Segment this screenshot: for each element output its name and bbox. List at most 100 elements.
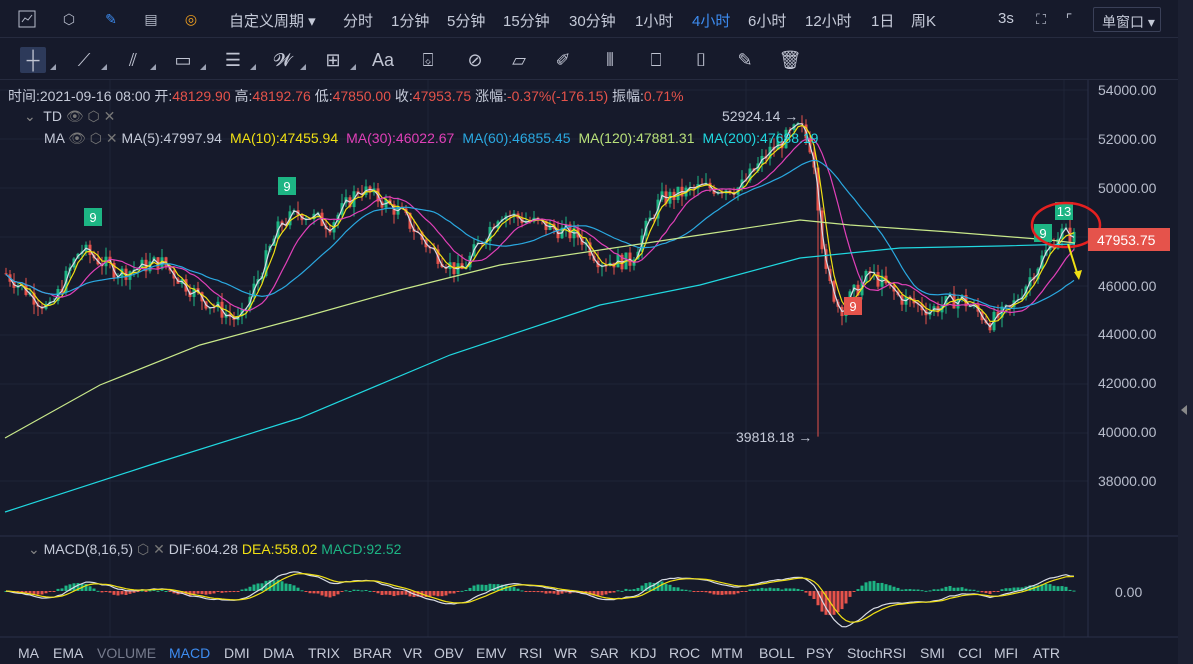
macd-histogram-bar (1004, 588, 1008, 591)
macd-histogram-bar (360, 590, 364, 592)
add-window-icon[interactable]: ⌜ (1058, 8, 1080, 30)
settings-icon[interactable]: ⬡ (58, 8, 80, 30)
top-toolbar: ⬡ ✎ ▤ ◎ 自定义周期 ▾ 分时 1分钟 5分钟 15分钟 30分钟 1小时 4小时 6小… (0, 0, 1178, 38)
period-5[interactable]: 1小时 (635, 10, 673, 31)
tool-expand-icon[interactable] (350, 64, 356, 70)
td-indicator-row: ⌄ TD 👁 ⬡ ✕ (24, 108, 116, 124)
tab-wr[interactable]: WR (554, 645, 577, 661)
chart-type-icon[interactable] (16, 8, 38, 30)
trend-line-tool-icon[interactable]: ⟋ (71, 47, 97, 73)
ruler-2-tool-icon[interactable]: ⊘ (462, 47, 488, 73)
tab-brar[interactable]: BRAR (353, 645, 392, 661)
period-2[interactable]: 5分钟 (447, 10, 485, 31)
tab-vr[interactable]: VR (403, 645, 422, 661)
tab-sar[interactable]: SAR (590, 645, 619, 661)
pencil-icon[interactable]: ✎ (100, 8, 122, 30)
tab-volume[interactable]: VOLUME (97, 645, 156, 661)
eye-icon[interactable]: 👁 (68, 130, 86, 146)
tab-rsi[interactable]: RSI (519, 645, 542, 661)
template-icon[interactable]: ▤ (140, 8, 162, 30)
macd-histogram-bar (604, 591, 608, 595)
tab-kdj[interactable]: KDJ (630, 645, 656, 661)
tab-cci[interactable]: CCI (958, 645, 982, 661)
measure-tool-icon[interactable]: ⊞ (320, 47, 346, 73)
macd-histogram-bar (228, 591, 232, 593)
lock-tool-icon[interactable]: ⎕ (643, 47, 669, 73)
tab-ma[interactable]: MA (18, 645, 39, 661)
speed-icon[interactable]: ◎ (180, 8, 202, 30)
macd-histogram-bar (460, 590, 464, 592)
tool-expand-icon[interactable] (150, 64, 156, 70)
tab-dmi[interactable]: DMI (224, 645, 250, 661)
macd-histogram-bar (476, 584, 480, 591)
wave-tool-icon[interactable]: 𝓦 (270, 47, 296, 73)
ma-value: MA(30):46022.67 (346, 130, 455, 146)
crosshair-tool-icon[interactable]: ┼ (20, 47, 46, 73)
period-7[interactable]: 6小时 (748, 10, 786, 31)
macd-histogram-bar (868, 581, 872, 591)
macd-histogram-bar (1044, 583, 1048, 591)
window-mode-dropdown[interactable]: 单窗口 ▾ (1093, 7, 1161, 32)
bookmark-tool-icon[interactable]: ⌷ (688, 47, 714, 73)
right-scrollbar[interactable] (1178, 0, 1193, 664)
period-8[interactable]: 12小时 (805, 10, 852, 31)
ruler-3-tool-icon[interactable]: ▱ (506, 47, 532, 73)
macd-histogram-bar (660, 581, 664, 591)
macd-histogram-bar (996, 591, 1000, 592)
macd-histogram-bar (624, 588, 628, 591)
period-3[interactable]: 15分钟 (503, 10, 550, 31)
macd-histogram-bar (632, 589, 636, 591)
macd-histogram-bar (436, 591, 440, 597)
settings-icon[interactable]: ⬡ (88, 108, 100, 124)
period-0[interactable]: 分时 (343, 10, 373, 31)
tool-expand-icon[interactable] (50, 64, 56, 70)
tab-trix[interactable]: TRIX (308, 645, 340, 661)
tab-smi[interactable]: SMI (920, 645, 945, 661)
period-9[interactable]: 1日 (871, 10, 894, 31)
period-6[interactable]: 4小时 (692, 10, 730, 31)
macd-histogram-bar (304, 591, 308, 592)
period-4[interactable]: 30分钟 (569, 10, 616, 31)
tool-expand-icon[interactable] (300, 64, 306, 70)
tab-obv[interactable]: OBV (434, 645, 464, 661)
tab-boll[interactable]: BOLL (759, 645, 795, 661)
refresh-interval[interactable]: 3s (998, 10, 1014, 27)
note-tool-icon[interactable]: ✎ (732, 47, 758, 73)
period-10[interactable]: 周K (911, 10, 936, 31)
tab-macd[interactable]: MACD (169, 645, 210, 661)
parallel-channel-tool-icon[interactable]: ⫽ (120, 47, 146, 73)
tab-emv[interactable]: EMV (476, 645, 506, 661)
custom-period-dropdown[interactable]: 自定义周期 ▾ (229, 10, 316, 31)
high-annotation: 52924.14 → (722, 108, 799, 124)
tab-roc[interactable]: ROC (669, 645, 700, 661)
close-icon[interactable]: ✕ (153, 541, 165, 557)
tab-ema[interactable]: EMA (53, 645, 83, 661)
brush-tool-icon[interactable]: ✐ (550, 47, 576, 73)
period-1[interactable]: 1分钟 (391, 10, 429, 31)
candles-tool-icon[interactable]: ⫴ (597, 47, 623, 73)
text-tool-icon[interactable]: Aa (370, 47, 396, 73)
close-icon[interactable]: ✕ (104, 108, 116, 124)
tab-mfi[interactable]: MFI (994, 645, 1018, 661)
fib-retracement-tool-icon[interactable]: ☰ (220, 47, 246, 73)
tab-dma[interactable]: DMA (263, 645, 294, 661)
trash-tool-icon[interactable]: 🗑 (777, 47, 803, 73)
macd-histogram-bar (440, 591, 444, 597)
settings-icon[interactable]: ⬡ (137, 541, 149, 557)
settings-icon[interactable]: ⬡ (90, 130, 102, 146)
macd-histogram-bar (88, 586, 92, 591)
eye-icon[interactable]: 👁 (66, 108, 84, 124)
close-icon[interactable]: ✕ (106, 130, 118, 146)
macd-histogram-bar (612, 591, 616, 593)
tab-stochrsi[interactable]: StochRSI (847, 645, 906, 661)
tab-mtm[interactable]: MTM (711, 645, 743, 661)
tool-expand-icon[interactable] (250, 64, 256, 70)
tab-psy[interactable]: PSY (806, 645, 834, 661)
ruler-1-tool-icon[interactable]: ⌺ (415, 47, 441, 73)
rectangle-tool-icon[interactable]: ▭ (170, 47, 196, 73)
tab-atr[interactable]: ATR (1033, 645, 1060, 661)
fullscreen-icon[interactable]: ⛶ (1030, 8, 1052, 30)
tool-expand-icon[interactable] (101, 64, 107, 70)
tool-expand-icon[interactable] (200, 64, 206, 70)
macd-histogram-bar (720, 591, 724, 595)
